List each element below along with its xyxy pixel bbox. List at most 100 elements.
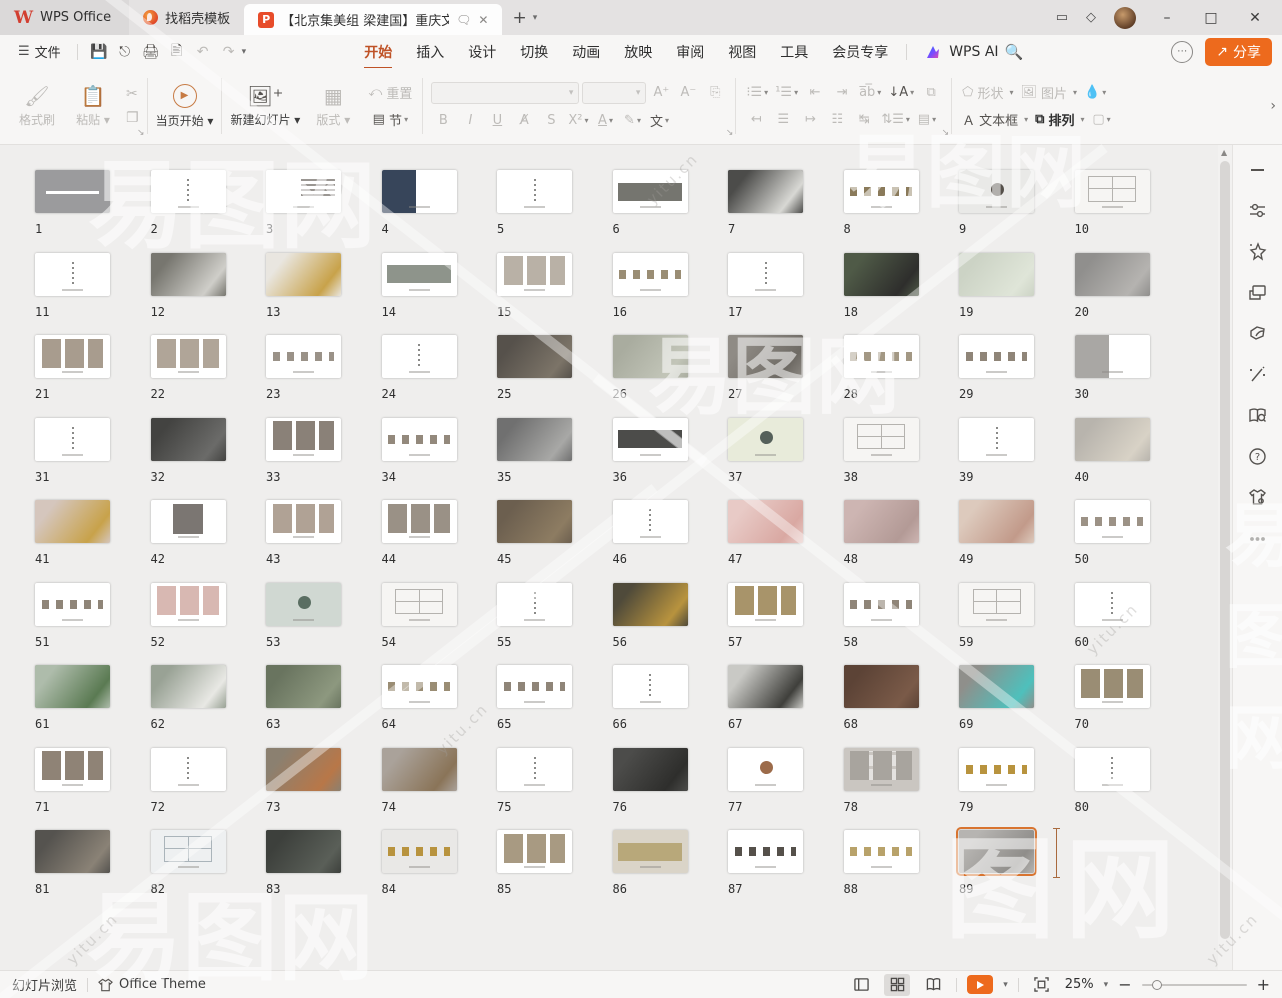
slide-sorter-canvas[interactable]: 1234567891011121314151617181920212223242… [0,145,1218,970]
slide-thumbnail-73[interactable] [266,748,341,791]
justify-icon[interactable]: ☷ [825,110,849,130]
slide-thumbnail-46[interactable] [613,500,688,543]
quick-access-dropdown-icon[interactable]: ▾ [242,47,247,57]
slide-thumbnail-15[interactable] [497,253,572,296]
more-icon[interactable] [1246,526,1270,550]
slide-thumbnail-39[interactable] [959,418,1034,461]
theme-button[interactable]: Office Theme [98,977,206,992]
slide-thumbnail-58[interactable] [844,583,919,626]
slide-thumbnail-11[interactable] [35,253,110,296]
menu-tab-动画[interactable]: 动画 [562,37,610,67]
slide-thumbnail-71[interactable] [35,748,110,791]
highlight-color-icon[interactable]: ✎▾ [621,111,645,131]
slide-thumbnail-87[interactable] [728,830,803,873]
slide-thumbnail-75[interactable] [497,748,572,791]
slide-thumbnail-1[interactable] [35,170,110,213]
user-avatar[interactable] [1114,7,1136,29]
slide-thumbnail-8[interactable] [844,170,919,213]
zoom-dropdown-icon[interactable]: ▾ [1104,980,1109,990]
slide-thumbnail-20[interactable] [1075,253,1150,296]
slide-thumbnail-65[interactable] [497,665,572,708]
slide-thumbnail-66[interactable] [613,665,688,708]
paste-button[interactable]: 📋 粘贴 ▾ [70,85,116,128]
slide-thumbnail-69[interactable] [959,665,1034,708]
slide-thumbnail-26[interactable] [613,335,688,378]
slide-thumbnail-63[interactable] [266,665,341,708]
menu-tab-切换[interactable]: 切换 [510,37,558,67]
slide-thumbnail-38[interactable] [844,418,919,461]
slide-thumbnail-36[interactable] [613,418,688,461]
slide-thumbnail-78[interactable] [844,748,919,791]
fill-color-icon[interactable]: 💧▾ [1082,83,1108,103]
zoom-percentage[interactable]: 25% [1065,977,1094,992]
decrease-indent-icon[interactable]: ⇤ [803,83,827,103]
paragraph-dialog-launcher-icon[interactable]: ↘ [942,128,950,138]
slide-thumbnail-74[interactable] [382,748,457,791]
menu-tab-放映[interactable]: 放映 [614,37,662,67]
close-tab-icon[interactable]: ✕ [478,13,488,27]
slide-thumbnail-12[interactable] [151,253,226,296]
picture-button[interactable]: 🖼 图片▾ [1018,83,1079,103]
effects-icon[interactable] [1246,239,1270,263]
design-tools-icon[interactable] [1246,321,1270,345]
mobile-device-icon[interactable]: ▭ [1056,10,1068,25]
slide-thumbnail-59[interactable] [959,583,1034,626]
distribute-icon[interactable]: ↹ [852,110,876,130]
slide-thumbnail-88[interactable] [844,830,919,873]
slide-thumbnail-84[interactable] [382,830,457,873]
slide-thumbnail-27[interactable] [728,335,803,378]
align-right-icon[interactable]: ↦ [798,110,822,130]
slide-thumbnail-54[interactable] [382,583,457,626]
smart-tools-icon[interactable] [1246,362,1270,386]
slide-thumbnail-68[interactable] [844,665,919,708]
slide-thumbnail-57[interactable] [728,583,803,626]
numbered-list-icon[interactable]: ¹☰▾ [773,83,800,103]
slide-thumbnail-14[interactable] [382,253,457,296]
slide-thumbnail-21[interactable] [35,335,110,378]
resource-search-icon[interactable] [1246,403,1270,427]
new-tab-button[interactable]: + [512,8,526,28]
minimize-button[interactable]: – [1154,10,1180,26]
comment-icon[interactable]: 🗨 [456,13,471,27]
superscript-icon[interactable]: X²▾ [566,111,590,131]
slide-thumbnail-18[interactable] [844,253,919,296]
close-window-button[interactable]: ✕ [1242,10,1268,26]
play-options-dropdown-icon[interactable]: ▾ [1003,980,1008,990]
slide-thumbnail-4[interactable] [382,170,457,213]
text-direction-icon[interactable]: ↓A▾ [886,83,916,103]
layout-button[interactable]: ▦ 版式 ▾ [310,85,356,128]
file-menu-button[interactable]: ☰ 文件 [10,42,69,61]
arrange-button[interactable]: ⧉ 排列▾ [1033,110,1086,130]
slide-thumbnail-79[interactable] [959,748,1034,791]
convert-smartart-icon[interactable]: ⧉ [919,83,943,103]
bullet-list-icon[interactable]: ⁝☰▾ [744,83,770,103]
decrease-font-icon[interactable]: A⁻ [676,83,700,103]
wps-ai-button[interactable]: WPS AI [925,44,998,60]
reading-view-icon[interactable] [920,974,946,996]
slide-thumbnail-64[interactable] [382,665,457,708]
increase-indent-icon[interactable]: ⇥ [830,83,854,103]
outline-color-icon[interactable]: ▢▾ [1090,110,1114,130]
slide-thumbnail-62[interactable] [151,665,226,708]
wps-home-button[interactable]: W WPS Office [0,0,129,35]
help-icon[interactable]: ? [1246,444,1270,468]
new-slide-button[interactable]: 🖼⁺ 新建幻灯片 ▾ [230,85,300,128]
font-color-icon[interactable]: A▾ [594,111,618,131]
play-from-current-button[interactable]: ▶ 当页开始 ▾ [156,84,214,129]
slide-thumbnail-43[interactable] [266,500,341,543]
pinyin-guide-icon[interactable]: 文▾ [648,111,672,131]
slide-thumbnail-76[interactable] [613,748,688,791]
zoom-slider[interactable] [1142,984,1247,986]
format-painter-button[interactable]: 🖌 格式刷 [14,85,60,128]
slide-thumbnail-50[interactable] [1075,500,1150,543]
redo-icon[interactable]: ↷ [216,44,242,60]
slide-thumbnail-9[interactable] [959,170,1034,213]
zoom-out-button[interactable]: − [1118,975,1131,994]
slide-thumbnail-13[interactable] [266,253,341,296]
align-left-icon[interactable]: ↤ [744,110,768,130]
slide-thumbnail-29[interactable] [959,335,1034,378]
align-center-icon[interactable]: ☰ [771,110,795,130]
slide-thumbnail-53[interactable] [266,583,341,626]
slide-thumbnail-56[interactable] [613,583,688,626]
slide-thumbnail-37[interactable] [728,418,803,461]
